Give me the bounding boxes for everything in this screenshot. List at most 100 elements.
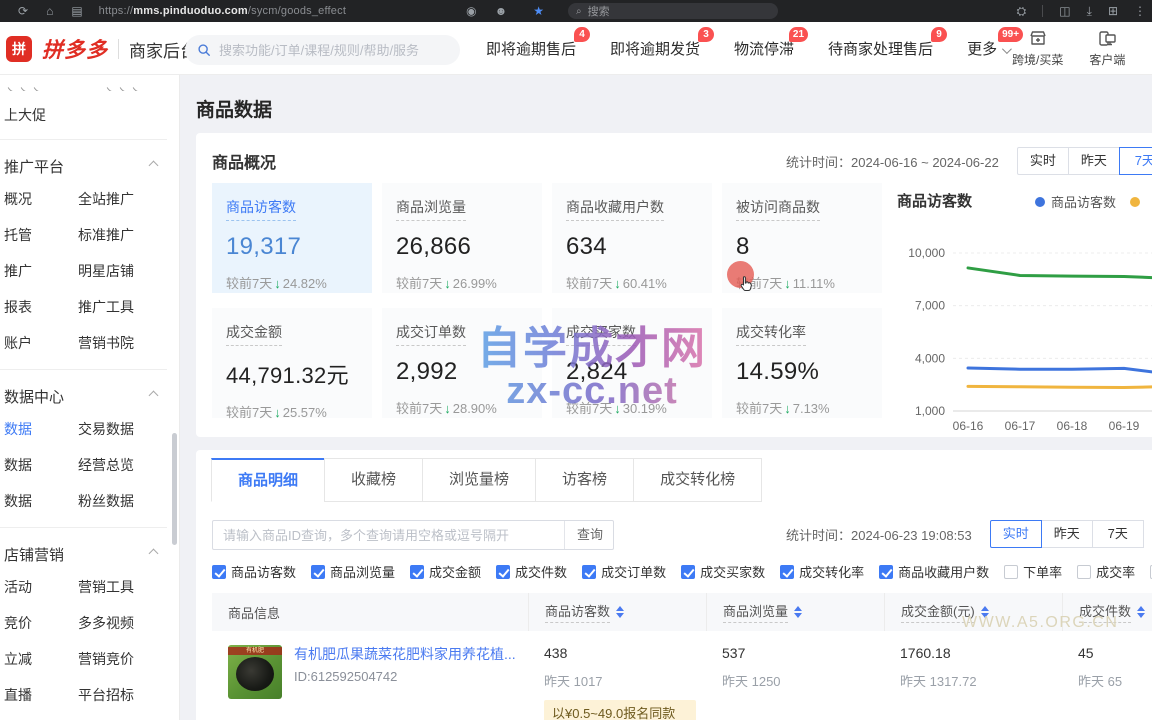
sidebar-item[interactable]: 账户 [4,333,78,353]
downloads-icon[interactable]: ⤓ [1087,4,1092,19]
quick-link-client-app[interactable]: 客户端 [1089,28,1125,68]
browser-search-box[interactable]: ⌕搜索 [568,3,778,19]
stat-card-pageviews[interactable]: 商品浏览量 26,866 较前7天↓26.99% [382,183,542,293]
range-yesterday-button[interactable]: 昨天 [1041,520,1093,548]
reload-icon[interactable]: ⟳ [18,0,28,22]
nav-pending-aftersale[interactable]: 待商家处理售后9 [828,38,933,59]
sidebar-item[interactable]: 概况 [4,189,78,209]
metric-visitors[interactable]: 商品访客数 [212,562,296,581]
sidebar-item[interactable]: 直播 [4,685,78,705]
sort-icon[interactable] [1137,606,1145,618]
metric-order-rate[interactable]: 下单率 [1004,562,1062,581]
profile-icon[interactable]: ☻ [495,0,508,22]
sidebar-section-data-center[interactable]: 数据中心 [0,370,179,411]
metric-pieces[interactable]: 成交件数 [496,562,567,581]
checkbox-icon [1004,565,1018,579]
promo-tag[interactable]: 以¥0.5~49.0报名同款竞价 [544,700,696,720]
sidebar-item[interactable]: 托管 [4,225,78,245]
sidebar-item[interactable]: 营销工具 [78,577,134,597]
sidebar-item[interactable]: 交易数据 [78,419,134,439]
sort-icon[interactable] [981,606,989,618]
sidebar-row: 账户营销书院 [0,325,179,361]
metric-favorites[interactable]: 商品收藏用户数 [879,562,989,581]
nav-overdue-aftersale[interactable]: 即将逾期售后4 [486,38,576,59]
metric-deal-rate[interactable]: 成交率 [1077,562,1135,581]
sidebar-item[interactable]: 多多视频 [78,613,134,633]
settings-icon[interactable]: ⋮ [1134,4,1146,18]
sidebar-item[interactable]: 经营总览 [78,455,134,475]
stat-card-conversion[interactable]: 成交转化率 14.59% 较前7天↓7.13% [722,308,882,418]
metric-gmv[interactable]: 成交金额 [410,562,481,581]
sidebar-item[interactable]: 营销竞价 [78,649,134,669]
sidebar-item-promo[interactable]: 上大促 [0,91,179,139]
metric-pageviews[interactable]: 商品浏览量 [311,562,395,581]
sidebar-scrollbar[interactable] [172,433,177,545]
bookmark-star-icon[interactable]: ★ [533,4,544,18]
column-pageviews[interactable]: 商品浏览量 [706,593,884,631]
sidebar-item[interactable]: 立减 [4,649,78,669]
product-image[interactable]: 有机肥 [228,645,282,699]
sidebar-item[interactable]: 全站推广 [78,189,134,209]
home-icon[interactable]: ⌂ [46,0,53,22]
product-title-link[interactable]: 有机肥瓜果蔬菜花肥料家用养花植... [294,645,516,663]
sidebar-row: 数据粉丝数据 [0,483,179,519]
detail-tabs: 商品明细 收藏榜 浏览量榜 访客榜 成交转化榜 [212,458,762,502]
sidebar-section-promotion[interactable]: 推广平台 [0,140,179,181]
sidebar-item[interactable]: 标准推广 [78,225,134,245]
sidebar-item-active[interactable]: 数据 [4,419,78,439]
range-realtime-button[interactable]: 实时 [990,520,1042,548]
column-gmv[interactable]: 成交金额(元) [884,593,1062,631]
sidebar-item[interactable]: 数据 [4,491,78,511]
stat-card-favorites[interactable]: 商品收藏用户数 634 较前7天↓60.41% [552,183,712,293]
address-bar[interactable]: https://mms.pinduoduo.com/sycm/goods_eff… [99,5,346,17]
range-7days-button[interactable]: 7天 [1092,520,1144,548]
range-7days-button[interactable]: 7天 [1119,147,1152,175]
sidebar-item[interactable]: 数据 [4,455,78,475]
column-pieces[interactable]: 成交件数 [1062,593,1152,631]
split-screen-icon[interactable]: ◫ [1059,4,1070,18]
extensions-icon[interactable]: ⛭ [1017,4,1027,19]
nav-overdue-shipment[interactable]: 即将逾期发货3 [610,38,700,59]
stat-card-orders[interactable]: 成交订单数 2,992 较前7天↓28.90% [382,308,542,418]
range-realtime-button[interactable]: 实时 [1017,147,1069,175]
tab-pageview-rank[interactable]: 浏览量榜 [422,458,536,502]
query-button[interactable]: 查询 [564,521,613,549]
sidebar-item[interactable]: 竞价 [4,613,78,633]
stat-card-visitors[interactable]: 商品访客数 19,317 较前7天↓24.82% [212,183,372,293]
sidebar-item[interactable]: 粉丝数据 [78,491,134,511]
tab-product-detail[interactable]: 商品明细 [211,458,325,502]
sidebar-item[interactable]: 平台招标 [78,685,134,705]
sidebar-item[interactable]: 明星店铺 [78,261,134,281]
metric-orders[interactable]: 成交订单数 [582,562,666,581]
sidebar-item[interactable]: 活动 [4,577,78,597]
collections-icon[interactable]: ⊞ [1108,4,1118,18]
sidebar-section-marketing[interactable]: 店铺营销 [0,528,179,569]
metric-buyers[interactable]: 成交买家数 [681,562,765,581]
stat-card-buyers[interactable]: 成交买家数 2,824 较前7天↓30.19% [552,308,712,418]
logo[interactable]: 拼 拼多多 商家后台 [6,34,197,64]
sidebar-item[interactable]: 推广工具 [78,297,134,317]
product-id-input[interactable] [213,528,564,543]
column-visitors[interactable]: 商品访客数 [528,593,706,631]
tab-conversion-rank[interactable]: 成交转化榜 [633,458,762,502]
stat-card-visited-products[interactable]: 被访问商品数 8 较前7天↓11.11% [722,183,882,293]
quick-link-crossborder[interactable]: 跨境/买菜 [1012,28,1063,68]
sidebar-item[interactable]: 报表 [4,297,78,317]
header-search-box[interactable] [185,35,460,65]
chart-canvas: 10,0007,0004,0001,00006-1606-1706-1806-1… [897,203,1152,438]
range-yesterday-button[interactable]: 昨天 [1068,147,1120,175]
page-info-icon[interactable]: ▤ [71,0,82,22]
sort-icon[interactable] [794,606,802,618]
nav-logistics-stalled[interactable]: 物流停滞21 [734,38,794,59]
nav-more[interactable]: 更多99+ [967,38,1009,59]
sidebar-item[interactable]: 营销书院 [78,333,134,353]
header-search-input[interactable] [219,43,439,58]
read-aloud-icon[interactable]: ◉ [466,0,476,22]
tab-visitor-rank[interactable]: 访客榜 [535,458,634,502]
sidebar-row: 竞价多多视频 [0,605,179,641]
sidebar-item[interactable]: 推广 [4,261,78,281]
tab-favorites-rank[interactable]: 收藏榜 [324,458,423,502]
sort-icon[interactable] [616,606,624,618]
metric-conversion[interactable]: 成交转化率 [780,562,864,581]
stat-card-gmv[interactable]: 成交金额 44,791.32元 较前7天↓25.57% [212,308,372,418]
